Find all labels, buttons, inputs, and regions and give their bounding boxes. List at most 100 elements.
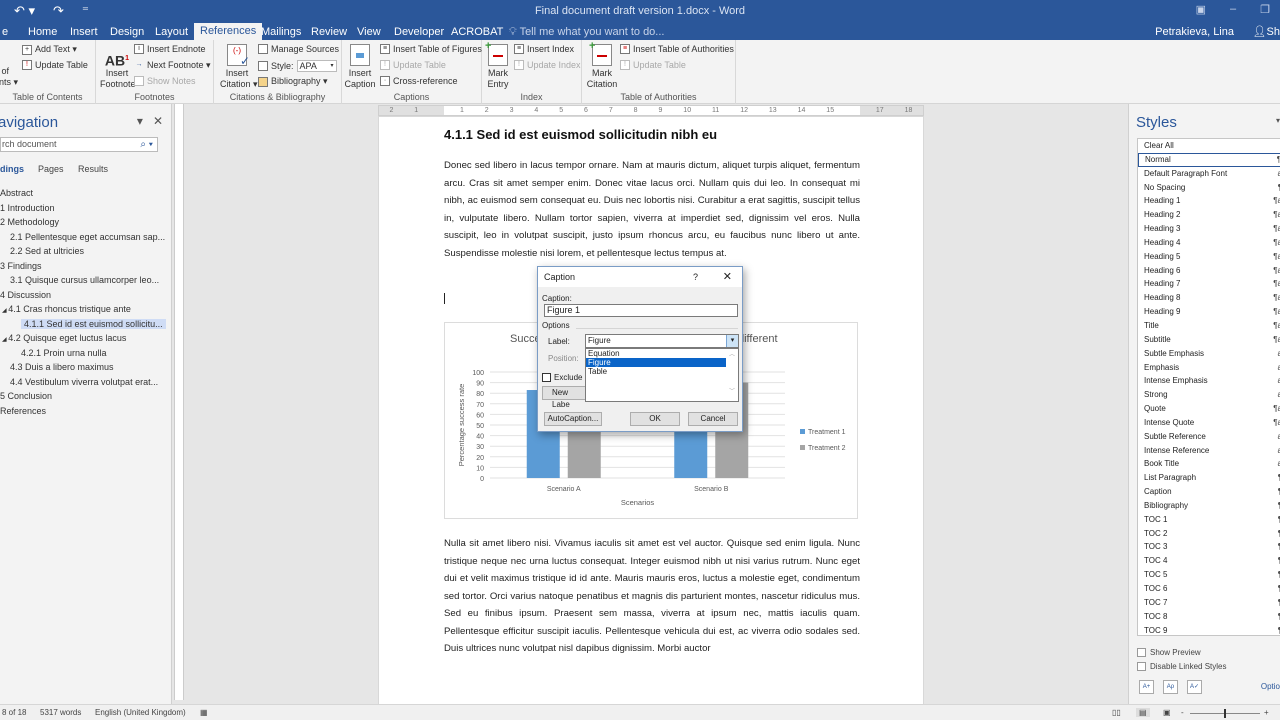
style-item[interactable]: Heading 9 ¶a bbox=[1138, 305, 1280, 319]
zoom-out-button[interactable]: - bbox=[1181, 708, 1184, 717]
style-item[interactable]: Heading 7 ¶a bbox=[1138, 277, 1280, 291]
style-item[interactable]: Subtle Emphasis a bbox=[1138, 347, 1280, 361]
style-item[interactable]: Heading 3 ¶a bbox=[1138, 222, 1280, 236]
chevron-down-icon[interactable]: ▾ bbox=[726, 335, 738, 347]
insert-table-of-authorities-button[interactable]: ≡ Insert Table of Authorities bbox=[620, 44, 734, 54]
options-link[interactable]: Optio bbox=[1261, 682, 1280, 691]
next-footnote-button[interactable]: → Next Footnote ▾ bbox=[134, 60, 211, 71]
style-item[interactable]: List Paragraph¶ bbox=[1138, 471, 1280, 485]
tab-design[interactable]: Design bbox=[104, 24, 150, 40]
nav-heading-item[interactable]: 2 Methodology bbox=[0, 215, 172, 230]
update-toa-button[interactable]: ! Update Table bbox=[620, 60, 686, 70]
update-index-button[interactable]: ! Update Index bbox=[514, 60, 581, 70]
style-item[interactable]: Book Title a bbox=[1138, 457, 1280, 471]
ok-button[interactable]: OK bbox=[630, 412, 680, 426]
caption-input[interactable]: Figure 1 bbox=[544, 304, 738, 317]
search-input[interactable]: rch document ⌕ ▾ bbox=[0, 137, 158, 152]
tab-review[interactable]: Review bbox=[305, 24, 353, 40]
nav-heading-item[interactable]: ◢ 4.2 Quisque eget luctus lacus bbox=[0, 331, 172, 346]
style-item[interactable]: Quote ¶a bbox=[1138, 402, 1280, 416]
restore-button[interactable]: ❐ bbox=[1260, 3, 1270, 16]
word-count[interactable]: 5317 words bbox=[40, 708, 81, 717]
manage-styles-icon[interactable]: A✓ bbox=[1187, 680, 1202, 694]
label-option[interactable]: Equation bbox=[586, 349, 726, 358]
mark-citation-button[interactable]: + Mark Citation bbox=[586, 41, 618, 90]
tab-developer[interactable]: Developer bbox=[388, 24, 450, 40]
bibliography-button[interactable]: Bibliography ▾ bbox=[258, 76, 328, 87]
table-of-contents-button[interactable]: e of ents ▾ bbox=[0, 66, 18, 88]
tab-layout[interactable]: Layout bbox=[149, 24, 194, 40]
style-item[interactable]: Intense Quote ¶a bbox=[1138, 416, 1280, 430]
tab-file[interactable]: e bbox=[0, 24, 14, 40]
style-item[interactable]: Caption¶ bbox=[1138, 485, 1280, 499]
label-dropdown-list[interactable]: ︿ ﹀ Equation Figure Table bbox=[585, 348, 739, 402]
style-item[interactable]: Strong a bbox=[1138, 388, 1280, 402]
update-table-button[interactable]: ! Update Table bbox=[22, 60, 88, 70]
show-notes-button[interactable]: Show Notes bbox=[134, 76, 196, 86]
insert-caption-button[interactable]: Insert Caption bbox=[344, 44, 376, 90]
style-item[interactable]: Heading 6 ¶a bbox=[1138, 264, 1280, 278]
label-option[interactable]: Table bbox=[586, 367, 726, 376]
close-button[interactable]: ✕ bbox=[723, 267, 732, 287]
tab-insert[interactable]: Insert bbox=[64, 24, 104, 40]
style-item[interactable]: Bibliography¶ bbox=[1138, 499, 1280, 513]
show-preview-checkbox[interactable]: Show Preview bbox=[1137, 648, 1201, 657]
tab-pages[interactable]: Pages bbox=[38, 164, 64, 174]
user-name[interactable]: Petrakieva, Lina bbox=[1155, 26, 1234, 38]
style-item[interactable]: TOC 7¶ bbox=[1138, 596, 1280, 610]
label-option[interactable]: Figure bbox=[586, 358, 726, 367]
label-select[interactable]: Figure ▾ bbox=[585, 334, 739, 348]
nav-heading-item[interactable]: 2.1 Pellentesque eget accumsan sap... bbox=[0, 230, 172, 245]
style-item[interactable]: Intense Reference a bbox=[1138, 444, 1280, 458]
cancel-button[interactable]: Cancel bbox=[688, 412, 738, 426]
style-item[interactable]: Emphasis a bbox=[1138, 361, 1280, 375]
citation-style-select[interactable]: APA ▾ bbox=[296, 60, 337, 72]
nav-heading-item[interactable]: 3 Findings bbox=[0, 259, 172, 274]
style-item[interactable]: No Spacing¶ bbox=[1138, 181, 1280, 195]
tab-references[interactable]: References bbox=[194, 23, 263, 40]
manage-sources-button[interactable]: Manage Sources bbox=[258, 44, 339, 54]
style-item[interactable]: Title ¶a bbox=[1138, 319, 1280, 333]
style-item[interactable]: Heading 2 ¶a bbox=[1138, 208, 1280, 222]
nav-heading-item[interactable]: 4.4 Vestibulum viverra volutpat erat... bbox=[0, 375, 172, 390]
style-item[interactable]: Heading 4 ¶a bbox=[1138, 236, 1280, 250]
tab-acrobat[interactable]: ACROBAT bbox=[445, 24, 509, 40]
style-item[interactable]: Heading 5 ¶a bbox=[1138, 250, 1280, 264]
tab-home[interactable]: Home bbox=[22, 24, 63, 40]
macro-record-icon[interactable]: ▦ bbox=[200, 708, 208, 717]
style-item[interactable]: Intense Emphasis a bbox=[1138, 374, 1280, 388]
zoom-slider-thumb[interactable] bbox=[1224, 709, 1226, 718]
ribbon-display-options-icon[interactable]: ▣ bbox=[1196, 3, 1206, 16]
style-item[interactable]: TOC 6¶ bbox=[1138, 582, 1280, 596]
style-item[interactable]: TOC 3¶ bbox=[1138, 540, 1280, 554]
style-item[interactable]: TOC 1¶ bbox=[1138, 513, 1280, 527]
exclude-label-checkbox[interactable] bbox=[542, 373, 551, 382]
nav-heading-item[interactable]: 2.2 Sed at ultricies bbox=[0, 244, 172, 259]
nav-heading-item[interactable]: 3.1 Quisque cursus ullamcorper leo... bbox=[0, 273, 172, 288]
insert-endnote-button[interactable]: i Insert Endnote bbox=[134, 44, 206, 54]
tell-me-box[interactable]: 💡︎ Tell me what you want to do... bbox=[503, 24, 670, 41]
insert-footnote-button[interactable]: AB1 Insert Footnote bbox=[100, 44, 136, 90]
print-layout-icon[interactable]: ▤ bbox=[1136, 708, 1150, 717]
share-button[interactable]: 👤︎Sh bbox=[1253, 25, 1280, 38]
style-item[interactable]: TOC 5¶ bbox=[1138, 568, 1280, 582]
update-table-figures-button[interactable]: ! Update Table bbox=[380, 60, 446, 70]
close-icon[interactable]: ✕ bbox=[153, 114, 163, 128]
scrollbar[interactable]: ︿ ﹀ bbox=[726, 349, 738, 401]
new-style-icon[interactable]: A+ bbox=[1139, 680, 1154, 694]
style-item[interactable]: Subtitle ¶a bbox=[1138, 333, 1280, 347]
style-item[interactable]: Subtle Reference a bbox=[1138, 430, 1280, 444]
horizontal-ruler[interactable]: 2 1 1 2 3 4 5 6 7 8 9 10 11 12 13 14 15 17 18 bbox=[378, 105, 924, 116]
nav-heading-item[interactable]: 4.1.1 Sed id est euismod sollicitu... bbox=[0, 317, 172, 332]
nav-heading-item[interactable]: References bbox=[0, 404, 172, 419]
tab-mailings[interactable]: Mailings bbox=[255, 24, 307, 40]
minimize-button[interactable]: – bbox=[1230, 3, 1236, 16]
web-layout-icon[interactable]: ▣ bbox=[1163, 708, 1171, 717]
nav-heading-item[interactable]: 4.2.1 Proin urna nulla bbox=[0, 346, 172, 361]
style-item[interactable]: Normal¶ bbox=[1138, 152, 1280, 167]
search-icon[interactable]: ⌕ ▾ bbox=[140, 138, 153, 151]
tab-headings[interactable]: dings bbox=[0, 164, 24, 174]
zoom-in-button[interactable]: + bbox=[1264, 708, 1269, 717]
tab-results[interactable]: Results bbox=[78, 164, 108, 174]
new-label-button[interactable]: New Labe bbox=[542, 386, 586, 409]
